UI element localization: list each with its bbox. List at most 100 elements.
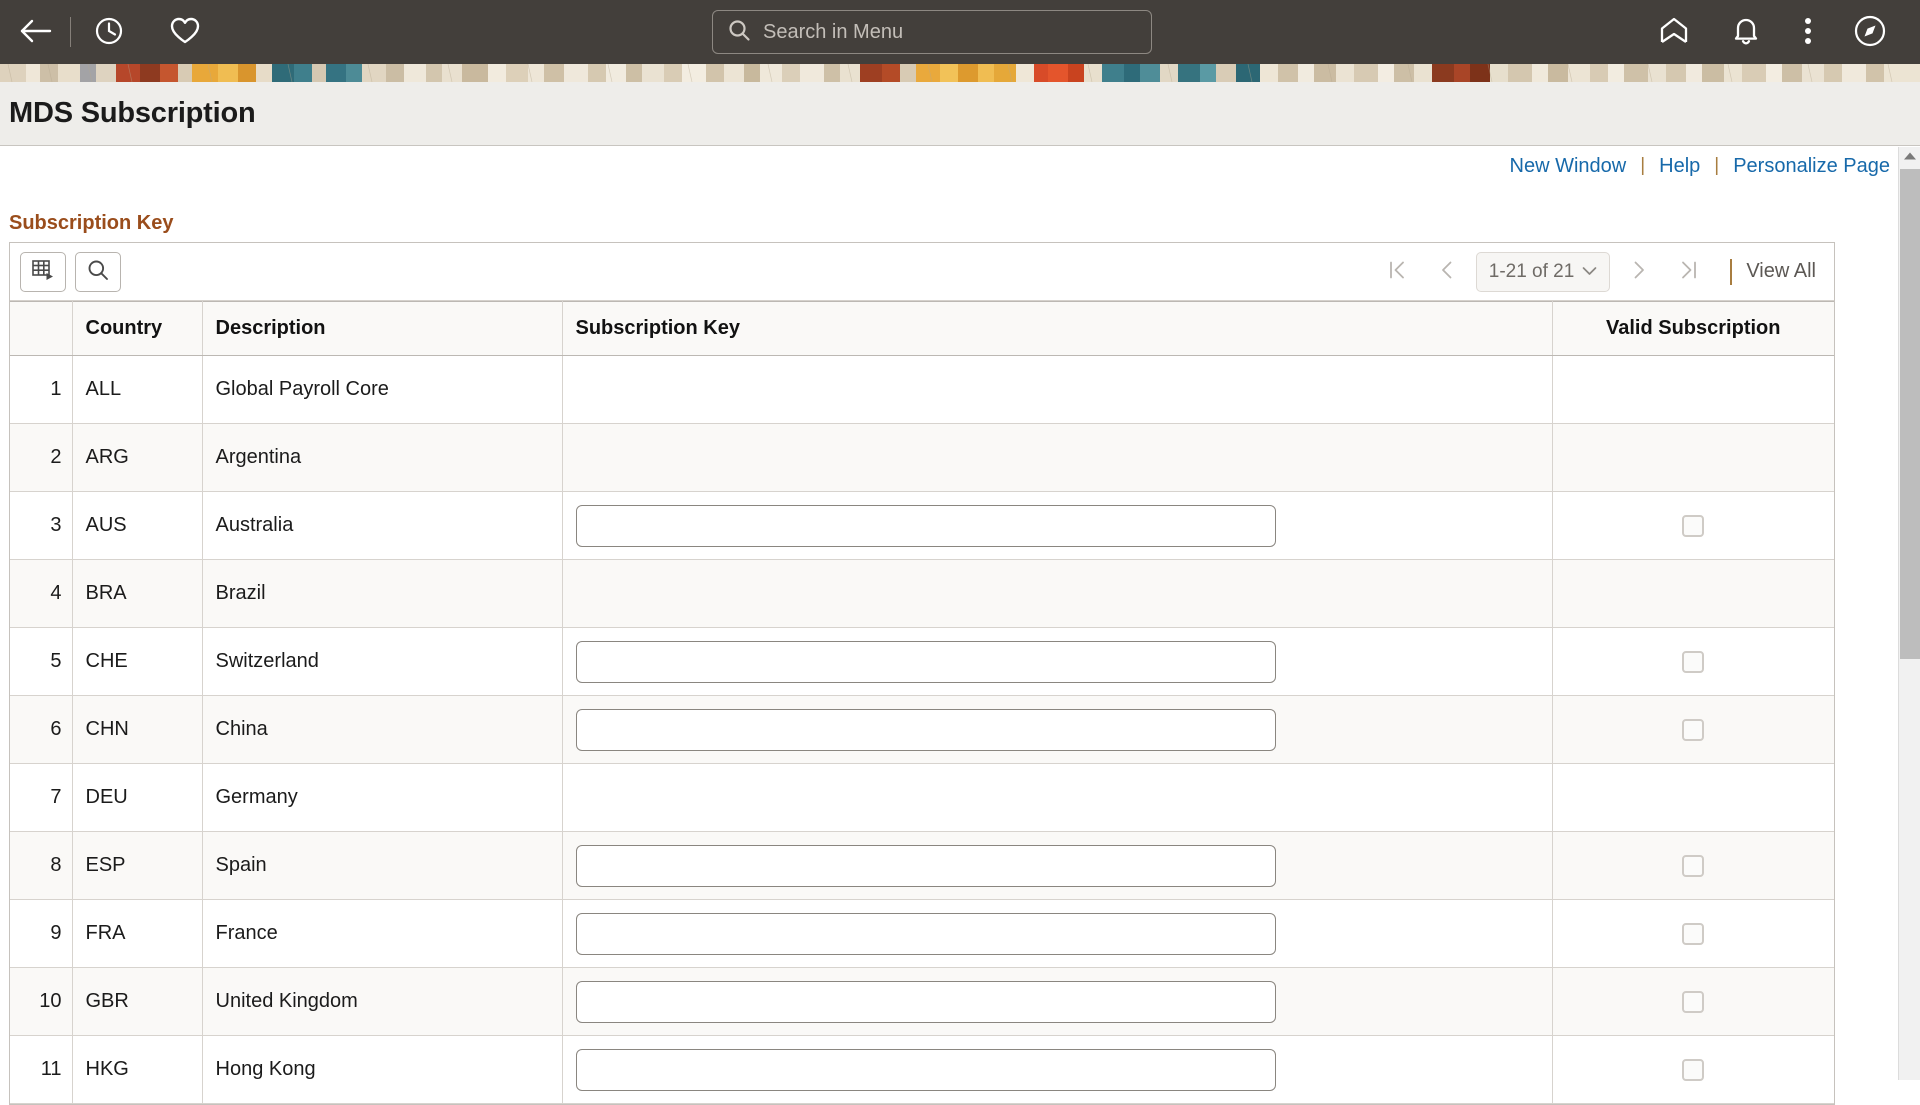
subscription-key-input[interactable] xyxy=(575,980,1276,1023)
column-header-subscription-key[interactable]: Subscription Key xyxy=(562,301,1553,356)
country-cell: GBR xyxy=(72,967,203,1036)
menu-search-box[interactable] xyxy=(712,10,1152,54)
notifications-button[interactable] xyxy=(1710,0,1782,64)
kebab-menu-icon xyxy=(1804,16,1812,49)
valid-subscription-cell xyxy=(1552,423,1834,492)
subscription-key-cell xyxy=(562,491,1553,560)
previous-page-button[interactable] xyxy=(1422,252,1472,292)
column-header-valid-subscription[interactable]: Valid Subscription xyxy=(1552,301,1834,356)
subscription-key-input[interactable] xyxy=(575,912,1276,955)
table-row: 3 AUS Australia xyxy=(10,491,1834,560)
subscription-table: Country Description Subscription Key Val… xyxy=(10,301,1834,1104)
table-header-row: Country Description Subscription Key Val… xyxy=(10,301,1834,356)
last-page-button[interactable] xyxy=(1664,252,1714,292)
row-number-cell: 7 xyxy=(10,763,73,832)
new-window-link[interactable]: New Window xyxy=(1510,155,1627,178)
table-row: 8 ESP Spain xyxy=(10,831,1834,900)
valid-subscription-checkbox[interactable] xyxy=(1682,922,1705,945)
recently-visited-button[interactable] xyxy=(71,0,147,64)
page-range-select[interactable]: 1-21 of 21 xyxy=(1475,251,1611,292)
valid-subscription-checkbox[interactable] xyxy=(1682,514,1705,537)
first-page-icon xyxy=(1386,259,1408,284)
next-page-button[interactable] xyxy=(1614,252,1664,292)
home-icon xyxy=(1658,16,1690,49)
row-number-cell: 3 xyxy=(10,491,73,560)
subscription-key-cell xyxy=(562,627,1553,696)
valid-subscription-checkbox[interactable] xyxy=(1682,1058,1705,1081)
valid-subscription-cell xyxy=(1552,1035,1834,1104)
valid-subscription-cell xyxy=(1552,627,1834,696)
table-row: 10 GBR United Kingdom xyxy=(10,967,1834,1036)
country-cell: DEU xyxy=(72,763,203,832)
table-row: 5 CHE Switzerland xyxy=(10,627,1834,696)
description-cell: Brazil xyxy=(202,559,563,628)
home-button[interactable] xyxy=(1638,0,1710,64)
grid-personalize-icon xyxy=(31,258,55,285)
topbar-actions xyxy=(1638,0,1906,64)
valid-subscription-cell xyxy=(1552,695,1834,764)
navbar-button[interactable] xyxy=(1834,0,1906,64)
search-icon xyxy=(86,258,110,285)
last-page-icon xyxy=(1678,259,1700,284)
country-cell: HKG xyxy=(72,1035,203,1104)
subscription-key-input[interactable] xyxy=(575,708,1276,751)
column-header-country[interactable]: Country xyxy=(72,301,203,356)
menu-search-container xyxy=(712,10,1152,54)
valid-subscription-checkbox[interactable] xyxy=(1682,990,1705,1013)
subscription-key-input[interactable] xyxy=(575,640,1276,683)
column-header-description[interactable]: Description xyxy=(202,301,563,356)
row-number-cell: 5 xyxy=(10,627,73,696)
back-button[interactable] xyxy=(0,0,70,64)
scrollbar-thumb[interactable] xyxy=(1900,169,1920,659)
table-row: 2 ARG Argentina xyxy=(10,423,1834,492)
valid-subscription-checkbox[interactable] xyxy=(1682,854,1705,877)
first-page-button[interactable] xyxy=(1372,252,1422,292)
country-cell: ALL xyxy=(72,355,203,424)
valid-subscription-cell xyxy=(1552,355,1834,424)
subscription-key-input[interactable] xyxy=(575,844,1276,887)
page-action-links: New Window | Help | Personalize Page xyxy=(0,147,1898,185)
row-number-cell: 8 xyxy=(10,831,73,900)
view-all-link[interactable]: View All xyxy=(1746,260,1824,283)
pager-divider xyxy=(1730,258,1733,285)
table-body: 1 ALL Global Payroll Core 2 ARG Argentina 3 AUS… xyxy=(10,355,1834,1104)
personalize-page-link[interactable]: Personalize Page xyxy=(1733,155,1890,178)
scroll-up-icon xyxy=(1903,148,1917,166)
subscription-key-cell xyxy=(562,695,1553,764)
page-scrollbar[interactable] xyxy=(1898,147,1920,1080)
description-cell: Australia xyxy=(202,491,563,560)
favorites-button[interactable] xyxy=(147,0,223,64)
search-input[interactable] xyxy=(763,20,1123,44)
actions-menu-button[interactable] xyxy=(1782,0,1834,64)
subscription-key-grid: 1-21 of 21 View All Country Description … xyxy=(9,242,1835,1105)
grid-toolbar: 1-21 of 21 View All xyxy=(10,243,1834,301)
table-row: 7 DEU Germany xyxy=(10,763,1834,832)
valid-subscription-checkbox[interactable] xyxy=(1682,650,1705,673)
back-arrow-icon xyxy=(18,17,52,48)
description-cell: Germany xyxy=(202,763,563,832)
scroll-up-button[interactable] xyxy=(1899,147,1920,167)
valid-subscription-checkbox[interactable] xyxy=(1682,718,1705,741)
grid-pager: 1-21 of 21 View All xyxy=(1372,251,1824,292)
subscription-key-cell xyxy=(562,423,1553,492)
valid-subscription-cell xyxy=(1552,491,1834,560)
chevron-down-icon xyxy=(1582,263,1597,281)
row-number-cell: 10 xyxy=(10,967,73,1036)
subscription-key-input[interactable] xyxy=(575,504,1276,547)
row-number-cell: 4 xyxy=(10,559,73,628)
valid-subscription-cell xyxy=(1552,763,1834,832)
group-box-label: Subscription Key xyxy=(9,212,174,234)
description-cell: United Kingdom xyxy=(202,967,563,1036)
subscription-key-cell xyxy=(562,967,1553,1036)
bell-icon xyxy=(1731,15,1761,50)
help-link[interactable]: Help xyxy=(1659,155,1700,178)
grid-find-button[interactable] xyxy=(75,251,121,292)
country-cell: CHN xyxy=(72,695,203,764)
decorative-banner-image xyxy=(0,64,1920,82)
country-cell: ESP xyxy=(72,831,203,900)
table-row: 6 CHN China xyxy=(10,695,1834,764)
compass-icon xyxy=(1853,14,1887,51)
grid-personalize-button[interactable] xyxy=(20,251,66,292)
clock-icon xyxy=(94,16,124,49)
subscription-key-input[interactable] xyxy=(575,1048,1276,1091)
